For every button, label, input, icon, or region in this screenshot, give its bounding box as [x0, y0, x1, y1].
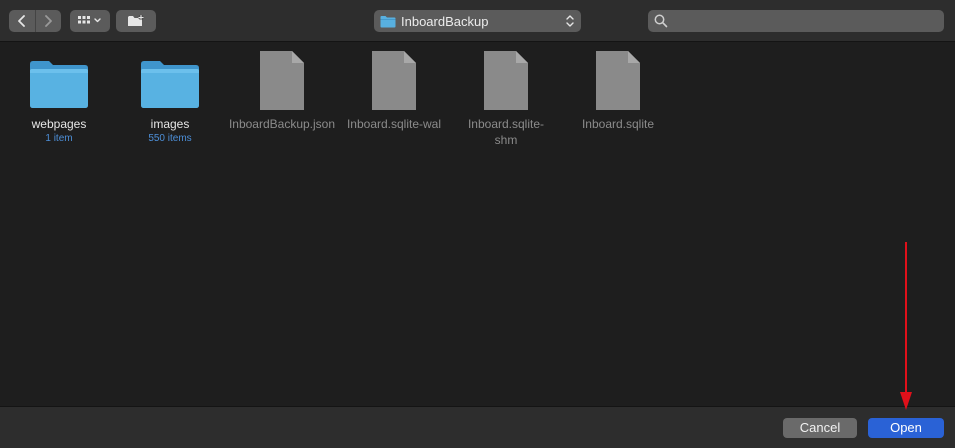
file-item-inboard-sqlite[interactable]: Inboard.sqlite	[563, 50, 673, 132]
file-name: Inboard.sqlite	[581, 117, 655, 131]
new-folder-icon	[128, 15, 144, 26]
document-icon	[363, 50, 425, 112]
file-name: Inboard.sqlite-shm	[467, 117, 545, 147]
search-input[interactable]	[670, 10, 942, 34]
file-name: Inboard.sqlite-wal	[346, 117, 442, 131]
file-name: webpages	[31, 117, 87, 131]
chevron-right-icon	[45, 15, 53, 27]
folder-icon	[28, 50, 90, 112]
location-popup[interactable]: InboardBackup	[374, 10, 581, 32]
file-name: InboardBackup.json	[228, 117, 336, 131]
open-button[interactable]: Open	[868, 418, 944, 438]
folder-item-images[interactable]: images 550 items	[115, 50, 225, 145]
folder-item-webpages[interactable]: webpages 1 item	[4, 50, 114, 145]
file-name: images	[150, 117, 190, 131]
search-field[interactable]	[648, 10, 944, 34]
file-item-inboard-sqlite-wal[interactable]: Inboard.sqlite-wal	[339, 50, 449, 132]
folder-icon	[139, 50, 201, 112]
navigation-buttons	[9, 10, 61, 32]
document-icon	[251, 50, 313, 112]
document-icon	[587, 50, 649, 112]
file-item-inboardbackup-json[interactable]: InboardBackup.json	[227, 50, 337, 132]
location-label: InboardBackup	[401, 13, 489, 29]
back-button[interactable]	[9, 10, 35, 32]
view-mode-button[interactable]	[70, 10, 110, 32]
item-count: 1 item	[45, 133, 73, 144]
forward-button[interactable]	[34, 10, 62, 32]
chevron-left-icon	[17, 15, 25, 27]
item-count: 550 items	[148, 133, 192, 144]
document-icon	[475, 50, 537, 112]
folder-icon	[380, 15, 396, 27]
toolbar: InboardBackup	[0, 0, 955, 42]
icon-grid-icon	[78, 16, 101, 24]
cancel-button[interactable]: Cancel	[783, 418, 857, 438]
up-down-arrows-icon	[566, 15, 574, 27]
search-icon	[654, 14, 668, 28]
new-folder-button[interactable]	[116, 10, 156, 32]
dialog-footer: Cancel Open	[0, 406, 955, 448]
file-browser: webpages 1 item images 550 items Inboard…	[0, 42, 955, 406]
file-item-inboard-sqlite-shm[interactable]: Inboard.sqlite-shm	[451, 50, 561, 148]
